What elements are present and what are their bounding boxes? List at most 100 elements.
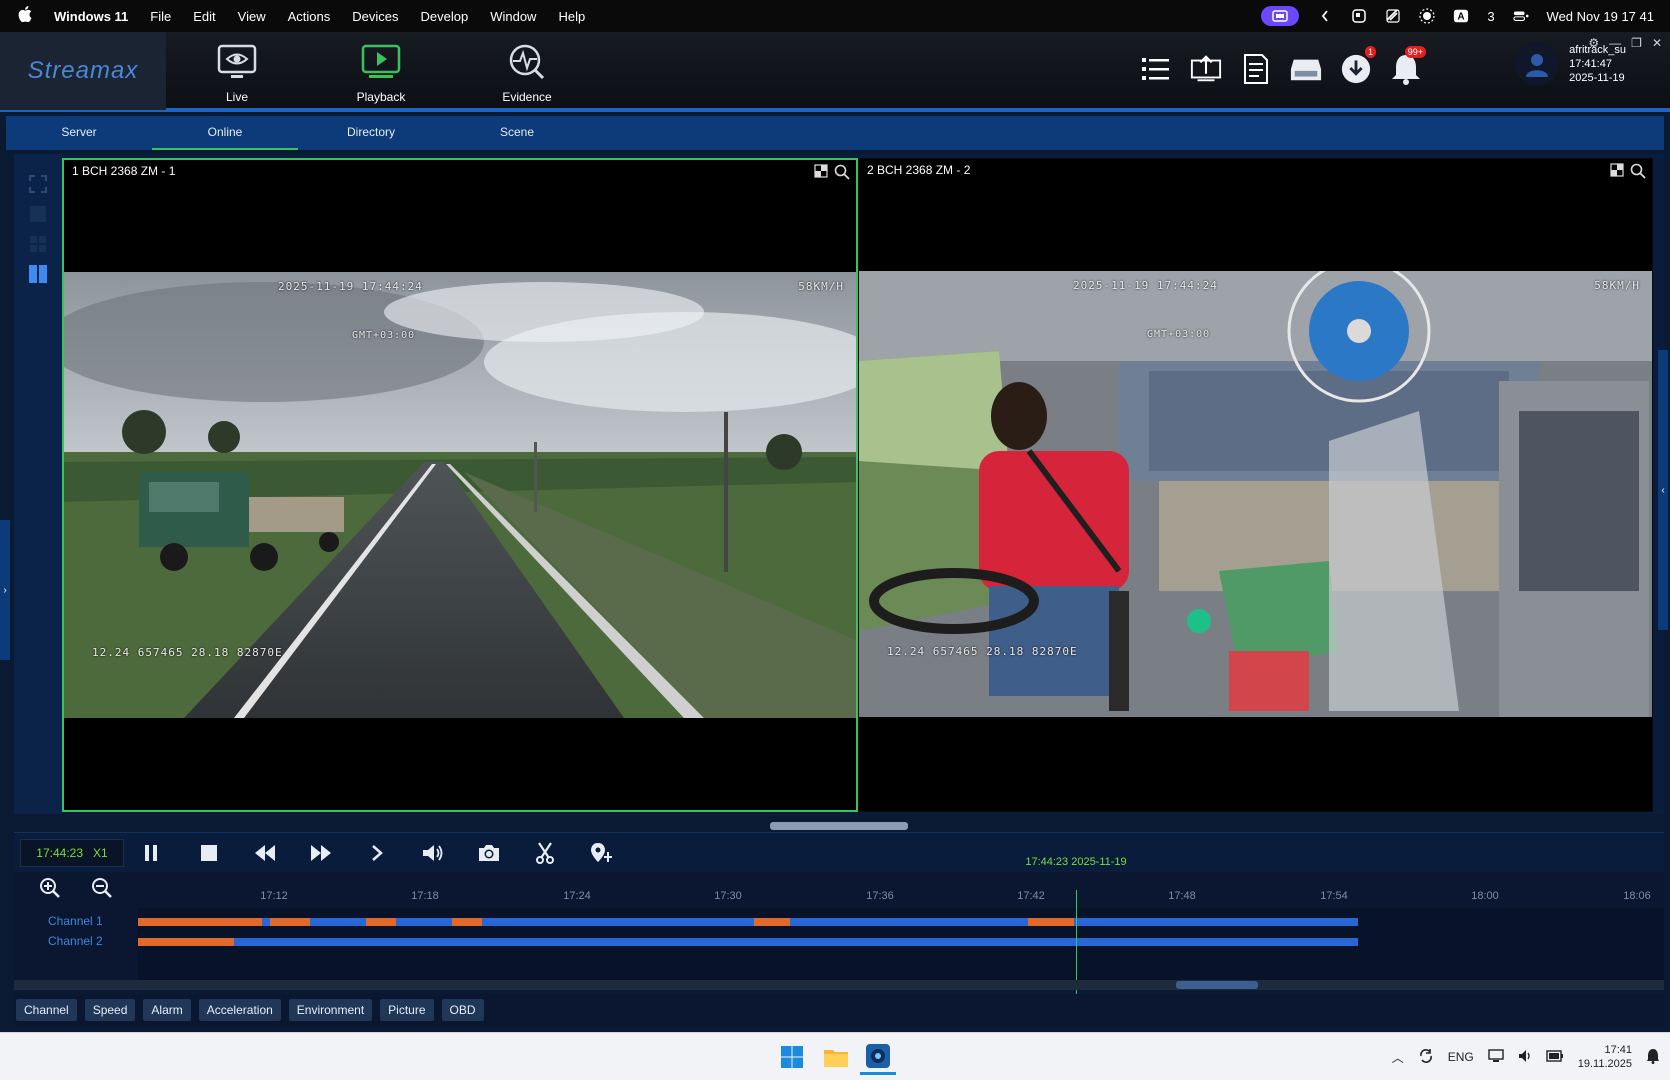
battery-icon[interactable] [1546, 1049, 1564, 1065]
menu-help[interactable]: Help [558, 9, 585, 24]
network-icon[interactable] [1488, 1048, 1504, 1066]
split-layout-icon[interactable] [28, 264, 48, 284]
list-icon[interactable] [1140, 50, 1172, 88]
nav-playback-button[interactable]: Playback [336, 38, 426, 108]
fit-screen-icon[interactable] [814, 164, 828, 178]
alarm-segment[interactable] [452, 918, 482, 926]
zoom-search-icon[interactable] [1630, 163, 1646, 179]
chevron-left-icon[interactable] [1317, 8, 1333, 24]
tab-obd[interactable]: OBD [441, 999, 484, 1021]
close-icon[interactable]: ✕ [1652, 36, 1662, 50]
report-icon[interactable] [1240, 50, 1272, 88]
snapshot-camera-icon[interactable] [474, 839, 504, 867]
collapse-right-handle[interactable]: ‹ [1658, 350, 1668, 630]
tab-picture[interactable]: Picture [380, 999, 434, 1021]
windows-start-icon[interactable] [774, 1039, 810, 1075]
alarm-segment[interactable] [138, 918, 262, 926]
language-indicator[interactable]: ENG [1448, 1050, 1474, 1064]
streamax-taskbar-icon[interactable] [860, 1039, 896, 1075]
channel-2-track[interactable] [138, 938, 1358, 946]
speaker-icon[interactable] [1518, 1049, 1532, 1066]
restore-icon[interactable]: ❐ [1631, 36, 1642, 50]
brightness-icon[interactable] [1419, 8, 1435, 24]
apple-icon[interactable] [18, 6, 40, 26]
next-frame-icon[interactable] [362, 839, 392, 867]
minimize-icon[interactable]: — [1609, 36, 1621, 50]
storage-icon[interactable] [1290, 50, 1322, 88]
timeline-scroll-thumb[interactable] [1176, 981, 1258, 989]
zoom-search-icon[interactable] [834, 164, 850, 180]
tab-channel[interactable]: Channel [16, 999, 77, 1021]
chevron-up-icon[interactable]: ︿ [1392, 1049, 1404, 1066]
alarm-segment[interactable] [366, 918, 396, 926]
download-icon[interactable]: 1 [1340, 46, 1376, 88]
video-1-osd-datetime: 2025-11-19 17:44:24 [278, 280, 423, 293]
zoom-out-icon[interactable] [86, 874, 118, 902]
alarm-segment[interactable] [270, 918, 310, 926]
nav-evidence-button[interactable]: Evidence [482, 38, 572, 108]
volume-icon[interactable] [418, 839, 448, 867]
panel-splitter[interactable] [770, 822, 908, 830]
menubar-datetime[interactable]: Wed Nov 19 17 41 [1547, 9, 1654, 24]
input-source-icon[interactable]: A [1453, 8, 1469, 24]
stop-icon[interactable] [194, 839, 224, 867]
menu-window[interactable]: Window [490, 9, 536, 24]
timeline-scrollbar[interactable] [14, 980, 1664, 990]
tick-label: 17:12 [260, 890, 288, 902]
video-1-osd-speed: 58KM/H [798, 280, 844, 293]
channel-2-label[interactable]: Channel 2 [48, 934, 103, 948]
tab-speed[interactable]: Speed [84, 999, 136, 1021]
sync-icon[interactable] [1418, 1048, 1434, 1067]
zoom-in-icon[interactable] [34, 874, 66, 902]
pause-icon[interactable] [136, 839, 166, 867]
nav-live-button[interactable]: Live [192, 38, 282, 108]
video-channel-1[interactable]: 1 BCH 2368 ZM - 1 2025-11-19 17:44:24 GM… [62, 158, 858, 812]
alarm-segment[interactable] [754, 918, 790, 926]
tab-scene[interactable]: Scene [444, 116, 590, 150]
channel-1-track[interactable] [138, 918, 1358, 926]
playback-speed[interactable]: X1 [93, 846, 108, 860]
video-channel-2[interactable]: 2 BCH 2368 ZM - 2 2025-11-19 17:44:24 GM… [858, 158, 1653, 812]
control-center-icon[interactable] [1512, 8, 1529, 24]
tab-acceleration[interactable]: Acceleration [198, 999, 281, 1021]
app-name[interactable]: Windows 11 [54, 9, 128, 24]
channel-list: Channel 1 Channel 2 [14, 908, 138, 980]
tab-environment[interactable]: Environment [288, 999, 373, 1021]
notification-bell-icon[interactable] [1646, 1048, 1660, 1067]
fast-forward-icon[interactable] [306, 839, 336, 867]
taskbar-time: 17:41 [1604, 1044, 1632, 1056]
expand-left-handle[interactable]: › [0, 520, 10, 660]
video-2-osd-timezone: GMT+03:00 [1147, 329, 1211, 340]
menu-develop[interactable]: Develop [421, 9, 469, 24]
menu-edit[interactable]: Edit [193, 9, 215, 24]
window-icon[interactable] [1351, 8, 1367, 24]
alarm-segment[interactable] [138, 938, 234, 946]
file-explorer-icon[interactable] [818, 1039, 854, 1075]
menu-devices[interactable]: Devices [352, 9, 398, 24]
quad-layout-icon[interactable] [28, 234, 48, 254]
map-pin-icon[interactable] [586, 839, 616, 867]
upload-icon[interactable] [1190, 50, 1222, 88]
single-layout-icon[interactable] [28, 204, 48, 224]
cast-icon[interactable] [1385, 8, 1401, 24]
fit-screen-icon[interactable] [1610, 163, 1624, 177]
menu-file[interactable]: File [150, 9, 171, 24]
tab-online[interactable]: Online [152, 116, 298, 150]
menu-view[interactable]: View [238, 9, 266, 24]
alarm-bell-icon[interactable]: 99+ [1390, 46, 1426, 88]
tab-directory[interactable]: Directory [298, 116, 444, 150]
time-ruler[interactable]: 17:12 17:18 17:24 17:30 17:36 17:42 17:4… [138, 890, 1664, 910]
clip-scissors-icon[interactable] [530, 839, 560, 867]
tray-count[interactable]: 3 [1487, 9, 1494, 24]
timeline-tracks[interactable]: 17:44:23 2025-11-19 [138, 856, 1664, 1000]
channel-1-label[interactable]: Channel 1 [48, 914, 103, 928]
taskbar-clock[interactable]: 17:41 19.11.2025 [1578, 1043, 1632, 1071]
screen-share-icon[interactable] [1261, 6, 1300, 26]
settings-icon[interactable]: ⚙ [1588, 36, 1599, 50]
tab-server[interactable]: Server [6, 116, 152, 150]
menu-actions[interactable]: Actions [288, 9, 331, 24]
rewind-icon[interactable] [250, 839, 280, 867]
tab-alarm[interactable]: Alarm [143, 999, 191, 1021]
alarm-segment[interactable] [1028, 918, 1074, 926]
fullscreen-icon[interactable] [28, 174, 48, 194]
